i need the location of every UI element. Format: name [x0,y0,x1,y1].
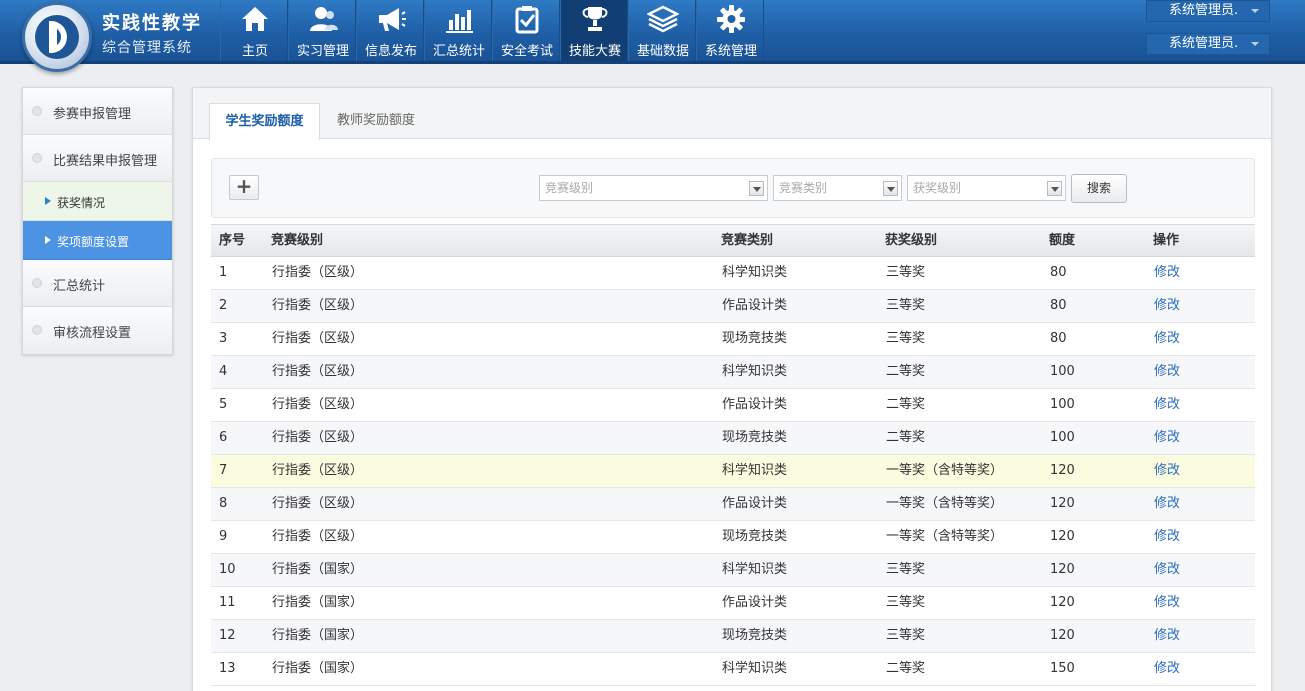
edit-link[interactable]: 修改 [1154,389,1180,421]
table-row: 5 行指委（区级） 作品设计类 二等奖 100 修改 [211,389,1255,422]
logo [22,2,92,72]
chevron-down-icon [1047,181,1062,196]
nav-announcement[interactable]: 信息发布 [356,0,424,61]
table-row: 12 行指委（国家） 现场竞技类 三等奖 120 修改 [211,620,1255,653]
table-header: 序号 竞赛级别 竞赛类别 获奖级别 额度 操作 [211,224,1255,257]
nav-internship[interactable]: 实习管理 [288,0,356,61]
table-row: 4 行指委（区级） 科学知识类 二等奖 100 修改 [211,356,1255,389]
type-select[interactable]: 竞赛类别 [773,175,902,201]
nav-home[interactable]: 主页 [220,0,288,61]
table-row: 1 行指委（区级） 科学知识类 三等奖 80 修改 [211,257,1255,290]
chevron-down-icon [1251,9,1259,13]
chevron-down-icon [749,181,764,196]
table-row: 3 行指委（区级） 现场竞技类 三等奖 80 修改 [211,323,1255,356]
edit-link[interactable]: 修改 [1154,620,1180,652]
bullet-icon [32,106,42,116]
brand-subtitle: 综合管理系统 [102,40,192,56]
header-award: 获奖级别 [885,233,938,248]
quota-table: 序号 竞赛级别 竞赛类别 获奖级别 额度 操作 1 行指委（区级） 科学知识类 … [211,224,1255,686]
table-row: 13 行指委（国家） 科学知识类 二等奖 150 修改 [211,653,1255,686]
header-amount: 额度 [1049,233,1076,248]
edit-link[interactable]: 修改 [1154,257,1180,289]
sidebar-item-statistics[interactable]: 汇总统计 [23,260,172,307]
tab-student-quota[interactable]: 学生奖励额度 [209,103,320,140]
users-icon [310,7,338,31]
bullet-icon [32,278,42,288]
caret-right-icon [45,197,51,205]
checklist-icon [515,6,539,34]
caret-right-icon [45,236,51,244]
sidebar-subitem-award-quota[interactable]: 奖项额度设置 [23,221,172,260]
search-button[interactable]: 搜索 [1071,174,1127,203]
megaphone-icon [379,8,406,31]
bullet-icon [32,325,42,335]
add-button[interactable]: + [229,175,259,200]
trophy-icon [582,7,608,31]
top-header: 实践性教学 综合管理系统 主页 实习管理 信息发布 汇总统计 安全考试 技能大赛… [0,0,1305,72]
nav-safety-exam[interactable]: 安全考试 [492,0,560,61]
edit-link[interactable]: 修改 [1154,587,1180,619]
user-dropdown[interactable]: 系统管理员. [1146,0,1270,22]
gear-icon [717,5,745,33]
home-icon [242,7,268,31]
top-nav: 主页 实习管理 信息发布 汇总统计 安全考试 技能大赛 基础数据 系统管理 [220,0,764,61]
sidebar-item-workflow[interactable]: 审核流程设置 [23,307,172,354]
bullet-icon [32,153,42,163]
layers-icon [647,5,679,33]
edit-link[interactable]: 修改 [1154,521,1180,553]
edit-link[interactable]: 修改 [1154,290,1180,322]
table-row: 9 行指委（区级） 现场竞技类 一等奖（含特等奖） 120 修改 [211,521,1255,554]
sidebar-item-registration[interactable]: 参赛申报管理 [23,88,172,135]
sidebar: 参赛申报管理 比赛结果申报管理 获奖情况 奖项额度设置 汇总统计 审核流程设置 [22,87,173,355]
header-level: 竞赛级别 [271,233,324,248]
header-no: 序号 [219,233,246,248]
brand-title: 实践性教学 [102,13,202,34]
table-row: 6 行指委（区级） 现场竞技类 二等奖 100 修改 [211,422,1255,455]
level-select[interactable]: 竞赛级别 [539,175,768,201]
header-type: 竞赛类别 [721,233,774,248]
tab-teacher-quota[interactable]: 教师奖励额度 [323,103,429,140]
tab-bar: 学生奖励额度 教师奖励额度 [193,88,1271,140]
edit-link[interactable]: 修改 [1154,488,1180,520]
table-row-highlighted: 7 行指委（区级） 科学知识类 一等奖（含特等奖） 120 修改 [211,455,1255,488]
nav-base-data[interactable]: 基础数据 [628,0,696,61]
edit-link[interactable]: 修改 [1154,653,1180,685]
nav-skills-contest[interactable]: 技能大赛 [560,0,628,61]
table-row: 10 行指委（国家） 科学知识类 三等奖 120 修改 [211,554,1255,587]
chevron-down-icon [883,181,898,196]
chevron-down-icon [1251,42,1259,46]
nav-statistics[interactable]: 汇总统计 [424,0,492,61]
edit-link[interactable]: 修改 [1154,554,1180,586]
nav-system-admin[interactable]: 系统管理 [696,0,764,61]
sidebar-subitem-awards[interactable]: 获奖情况 [23,182,172,221]
sidebar-item-results[interactable]: 比赛结果申报管理 [23,135,172,182]
table-row: 11 行指委（国家） 作品设计类 三等奖 120 修改 [211,587,1255,620]
main-panel: 学生奖励额度 教师奖励额度 + 竞赛级别 竞赛类别 获奖级别 搜索 序号 竞赛级… [192,87,1272,691]
header-op: 操作 [1153,233,1180,248]
edit-link[interactable]: 修改 [1154,455,1180,487]
user-dropdown-secondary[interactable]: 系统管理员. [1146,33,1270,55]
edit-link[interactable]: 修改 [1154,323,1180,355]
table-row: 2 行指委（区级） 作品设计类 三等奖 80 修改 [211,290,1255,323]
edit-link[interactable]: 修改 [1154,422,1180,454]
award-select[interactable]: 获奖级别 [907,175,1066,201]
filter-toolbar: + 竞赛级别 竞赛类别 获奖级别 搜索 [211,158,1255,218]
edit-link[interactable]: 修改 [1154,356,1180,388]
bar-chart-icon [446,10,473,33]
table-row: 8 行指委（区级） 作品设计类 一等奖（含特等奖） 120 修改 [211,488,1255,521]
